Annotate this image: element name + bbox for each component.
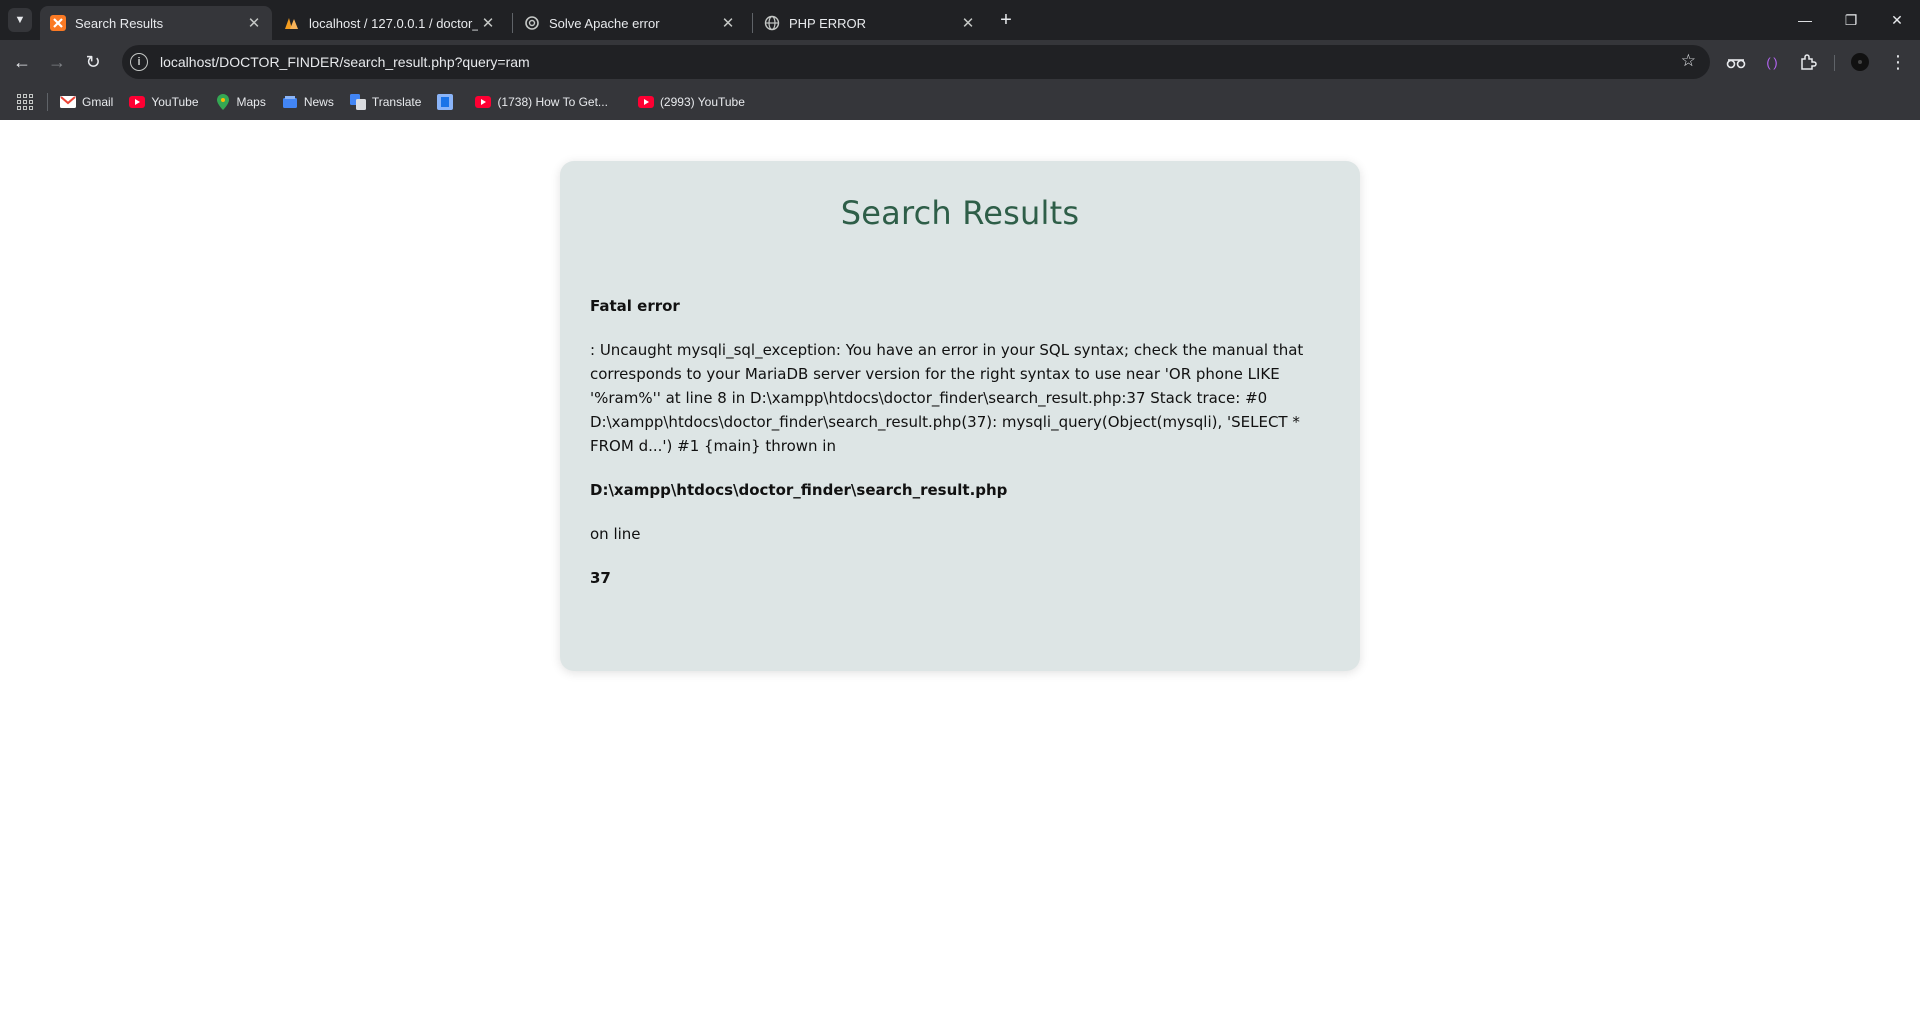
tab-title: PHP ERROR <box>789 15 867 31</box>
error-on-line-label: on line <box>590 525 641 543</box>
tab-divider <box>512 13 513 33</box>
restore-button[interactable]: ❐ <box>1828 0 1874 40</box>
site-info-icon[interactable]: i <box>130 53 148 71</box>
bookmark-youtube-how-to-get[interactable]: (1738) How To Get... <box>467 89 616 115</box>
news-icon <box>282 94 298 110</box>
youtube-icon <box>475 94 492 110</box>
openai-icon <box>524 15 540 31</box>
forward-button[interactable]: → <box>43 48 71 76</box>
tab-solve-apache-error[interactable]: Solve Apache error ✕ <box>514 6 746 40</box>
page-viewport: Search Results Fatal error : Uncaught my… <box>0 120 1920 1032</box>
bookmark-label: (1738) How To Get... <box>497 95 608 109</box>
profile-avatar-icon[interactable] <box>1848 50 1872 74</box>
tab-search-button[interactable]: ▼ <box>8 8 32 32</box>
phpmyadmin-icon <box>284 15 300 31</box>
reload-icon: ↻ <box>85 51 101 72</box>
xampp-icon <box>50 15 66 31</box>
tab-title: Solve Apache error <box>549 15 660 31</box>
youtube-icon <box>637 94 654 110</box>
back-button[interactable]: ← <box>8 48 36 76</box>
tab-php-error[interactable]: PHP ERROR ✕ <box>754 6 986 40</box>
maps-icon <box>215 94 231 110</box>
bookmark-maps[interactable]: Maps <box>207 89 274 115</box>
reload-button[interactable]: ↻ <box>79 48 107 76</box>
translate-icon <box>349 94 366 110</box>
bookmark-label: Translate <box>371 95 422 109</box>
bookmark-news[interactable]: News <box>274 89 342 115</box>
close-window-button[interactable]: ✕ <box>1874 0 1920 40</box>
close-tab-icon[interactable]: ✕ <box>478 13 498 33</box>
new-tab-button[interactable]: + <box>994 8 1018 32</box>
globe-icon <box>764 15 780 31</box>
error-line-number: 37 <box>590 569 611 587</box>
close-icon: ✕ <box>1891 11 1903 28</box>
chevron-down-icon: ▼ <box>14 14 26 26</box>
bookmark-label: Maps <box>236 95 266 109</box>
bookmark-label: YouTube <box>151 95 199 109</box>
gmail-icon <box>60 94 76 110</box>
arrow-left-icon: ← <box>13 51 31 72</box>
apps-grid-icon[interactable] <box>17 94 33 110</box>
tab-strip: ▼ Search Results ✕ localhost / 127.0.0.1… <box>0 0 1920 40</box>
extensions-puzzle-icon[interactable] <box>1796 50 1820 74</box>
bookmark-youtube[interactable]: YouTube <box>121 89 206 115</box>
close-tab-icon[interactable]: ✕ <box>718 13 738 33</box>
bookmark-translate[interactable]: Translate <box>342 89 430 115</box>
extension-brackets-icon[interactable]: ( ) <box>1760 50 1784 74</box>
youtube-icon <box>129 94 146 110</box>
browser-toolbar: ← → ↻ i localhost/DOCTOR_FINDER/search_r… <box>0 40 1920 84</box>
incognito-glasses-icon[interactable] <box>1724 50 1748 74</box>
tab-divider <box>752 13 753 33</box>
bookmark-divider <box>47 93 48 111</box>
minimize-icon: — <box>1798 12 1812 28</box>
tab-search-results[interactable]: Search Results ✕ <box>40 6 272 40</box>
tab-phpmyadmin[interactable]: localhost / 127.0.0.1 / doctor_fi ✕ <box>274 6 506 40</box>
toolbar-divider <box>1834 55 1835 71</box>
bookmark-label: Gmail <box>82 95 114 109</box>
bookmark-label: (2993) YouTube <box>659 95 745 109</box>
tab-title: Search Results <box>75 15 164 31</box>
php-error-output: Fatal error : Uncaught mysqli_sql_except… <box>590 294 1330 590</box>
bookmark-app-icon <box>437 94 454 110</box>
error-heading: Fatal error <box>590 297 680 315</box>
bookmark-app[interactable] <box>429 89 467 115</box>
arrow-right-icon: → <box>48 51 66 72</box>
bookmark-star-icon[interactable]: ☆ <box>1681 51 1696 71</box>
bookmark-gmail[interactable]: Gmail <box>52 89 121 115</box>
close-tab-icon[interactable]: ✕ <box>958 13 978 33</box>
results-card: Search Results Fatal error : Uncaught my… <box>560 161 1360 671</box>
kebab-menu-icon[interactable]: ⋮ <box>1886 50 1910 74</box>
bookmark-label: News <box>303 95 334 109</box>
error-file: D:\xampp\htdocs\doctor_finder\search_res… <box>590 481 1008 499</box>
bookmarks-bar: Gmail YouTube Maps News Translate (1738)… <box>0 84 1920 120</box>
error-message: : Uncaught mysqli_sql_exception: You hav… <box>590 341 1304 455</box>
plus-icon: + <box>1000 8 1012 31</box>
page-title: Search Results <box>840 194 1080 232</box>
bookmark-youtube-2993[interactable]: (2993) YouTube <box>630 89 753 115</box>
tab-title: localhost / 127.0.0.1 / doctor_fi <box>309 15 478 31</box>
url-text[interactable]: localhost/DOCTOR_FINDER/search_result.ph… <box>160 54 530 70</box>
restore-icon: ❐ <box>1844 11 1858 28</box>
close-tab-icon[interactable]: ✕ <box>244 13 264 33</box>
browser-chrome: ▼ Search Results ✕ localhost / 127.0.0.1… <box>0 0 1920 120</box>
minimize-button[interactable]: — <box>1782 0 1828 40</box>
address-bar[interactable]: i localhost/DOCTOR_FINDER/search_result.… <box>122 45 1710 79</box>
